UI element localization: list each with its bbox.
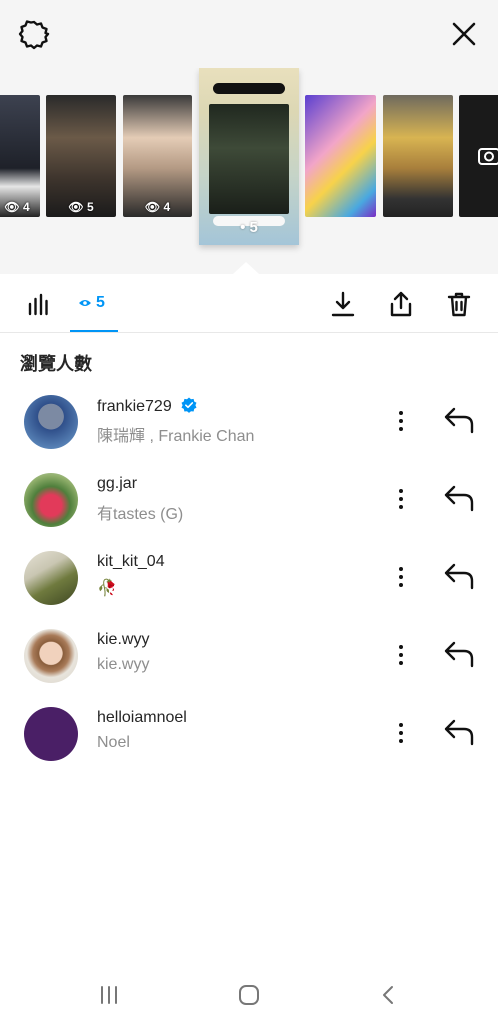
avatar[interactable] <box>24 551 78 605</box>
viewer-fullname: Noel <box>97 734 130 751</box>
reply-icon[interactable] <box>442 483 476 513</box>
story-photo <box>209 104 289 214</box>
gear-icon[interactable] <box>18 18 50 50</box>
viewer-fullname: kie.wyy <box>97 656 150 673</box>
thumbnail-view-count: 👁 5 <box>68 200 94 214</box>
viewer-username[interactable]: helloiamnoel <box>97 709 187 727</box>
bar-chart-icon[interactable] <box>25 290 53 318</box>
thumbnail-view-count: 👁 4 <box>4 200 30 214</box>
viewer-fullname: 有tastes (G) <box>97 506 184 523</box>
eye-icon <box>79 300 91 306</box>
viewer-row[interactable]: gg.jar 有tastes (G) <box>0 473 498 549</box>
camera-icon <box>478 148 498 165</box>
top-bar <box>0 0 498 68</box>
trash-icon[interactable] <box>445 290 473 318</box>
reply-icon[interactable] <box>442 639 476 669</box>
system-navigation-bar <box>0 966 498 1024</box>
reply-icon[interactable] <box>442 717 476 747</box>
close-icon[interactable] <box>448 18 480 50</box>
tab-viewers[interactable]: 5 <box>70 274 118 332</box>
story-thumbnails-strip[interactable]: 👁 4 👁 5 👁 4 • 5 <box>0 68 498 274</box>
thumbnail-view-count: 👁 4 <box>144 200 171 214</box>
download-icon[interactable] <box>329 290 357 318</box>
back-icon[interactable] <box>377 983 401 1007</box>
viewer-row[interactable]: frankie729 陳瑞輝 , Frankie Chan <box>0 395 498 471</box>
viewer-username[interactable]: kie.wyy <box>97 631 149 649</box>
reply-icon[interactable] <box>442 561 476 591</box>
avatar[interactable] <box>24 629 78 683</box>
viewer-username[interactable]: gg.jar <box>97 475 137 493</box>
story-action-bar: 5 <box>0 274 498 333</box>
viewers-heading: 瀏覽人數 <box>20 354 92 374</box>
viewer-fullname: 🥀 <box>97 580 117 597</box>
viewer-username[interactable]: frankie729 <box>97 397 197 416</box>
recents-icon[interactable] <box>97 983 121 1007</box>
avatar[interactable] <box>24 707 78 761</box>
more-options-icon[interactable] <box>388 408 414 434</box>
viewer-row[interactable]: kit_kit_04 🥀 <box>0 551 498 627</box>
selection-pointer <box>233 262 259 274</box>
viewer-fullname: 陳瑞輝 , Frankie Chan <box>97 428 255 445</box>
viewers-count: 5 <box>96 294 105 311</box>
sticker <box>213 83 285 94</box>
more-options-icon[interactable] <box>388 720 414 746</box>
more-options-icon[interactable] <box>388 486 414 512</box>
verified-badge-icon <box>181 397 197 413</box>
avatar[interactable] <box>24 395 78 449</box>
reply-icon[interactable] <box>442 405 476 435</box>
viewer-row[interactable]: kie.wyy kie.wyy <box>0 629 498 705</box>
story-thumbnail[interactable]: 👁 5 <box>46 95 116 217</box>
story-thumbnail[interactable] <box>383 95 453 217</box>
selected-story-thumbnail[interactable]: • 5 <box>199 68 299 245</box>
home-icon[interactable] <box>237 983 261 1007</box>
story-thumbnail[interactable]: 👁 4 <box>0 95 40 217</box>
more-options-icon[interactable] <box>388 564 414 590</box>
viewer-username[interactable]: kit_kit_04 <box>97 553 165 571</box>
viewer-row[interactable]: helloiamnoel Noel <box>0 707 498 783</box>
avatar[interactable] <box>24 473 78 527</box>
selected-view-count: • 5 <box>240 219 258 236</box>
more-options-icon[interactable] <box>388 642 414 668</box>
story-thumbnail[interactable] <box>305 95 376 217</box>
story-thumbnail[interactable]: 👁 4 <box>123 95 192 217</box>
share-icon[interactable] <box>387 290 415 318</box>
